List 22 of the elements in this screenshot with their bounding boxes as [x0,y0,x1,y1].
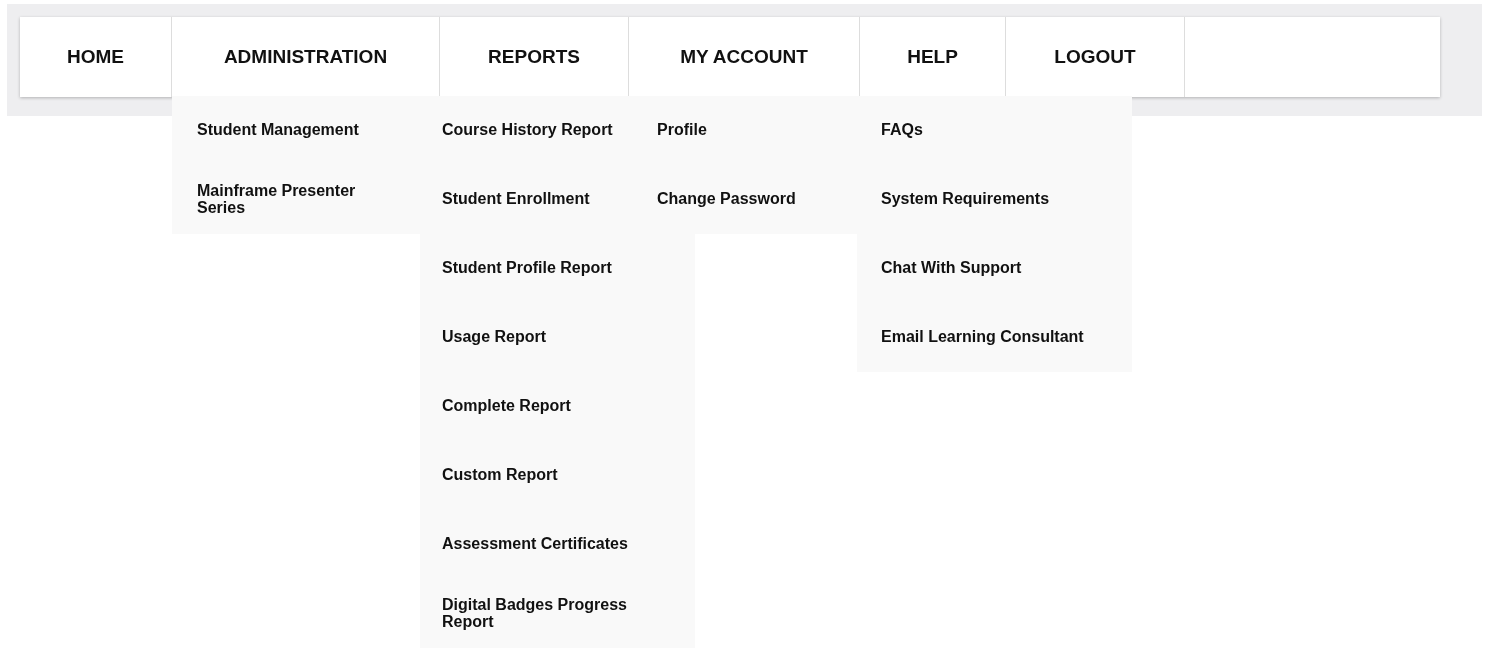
menu-item[interactable]: Digital Badges Progress Report [442,596,673,631]
menu-item[interactable]: Custom Report [442,467,558,484]
nav-link[interactable]: REPORTS [488,46,580,68]
nav-link[interactable]: LOGOUT [1054,46,1136,68]
menu-item[interactable]: Email Learning Consultant [881,329,1084,346]
menu-item[interactable]: Chat With Support [881,260,1022,277]
menu-item[interactable]: Mainframe Presenter Series [197,182,387,217]
menu-item[interactable]: Change Password [657,191,796,208]
menu-item[interactable]: Student Profile Report [442,260,612,277]
menu-item[interactable]: System Requirements [881,191,1050,208]
nav-link[interactable]: HELP [907,46,958,68]
menu-item[interactable]: FAQs [881,122,923,139]
nav-link[interactable]: HOME [67,46,124,68]
menu-item[interactable]: Complete Report [442,398,571,415]
menu-item[interactable]: Course History Report [442,122,613,139]
menu-item[interactable]: Usage Report [442,329,547,346]
nav-link[interactable]: MY ACCOUNT [680,46,808,68]
menu-item[interactable]: Assessment Certificates [442,536,628,553]
menu-item[interactable]: Student Enrollment [442,191,590,208]
nav-link[interactable]: ADMINISTRATION [223,46,388,68]
menu-item[interactable]: Student Management [197,122,359,139]
menu-item[interactable]: Profile [657,122,707,139]
